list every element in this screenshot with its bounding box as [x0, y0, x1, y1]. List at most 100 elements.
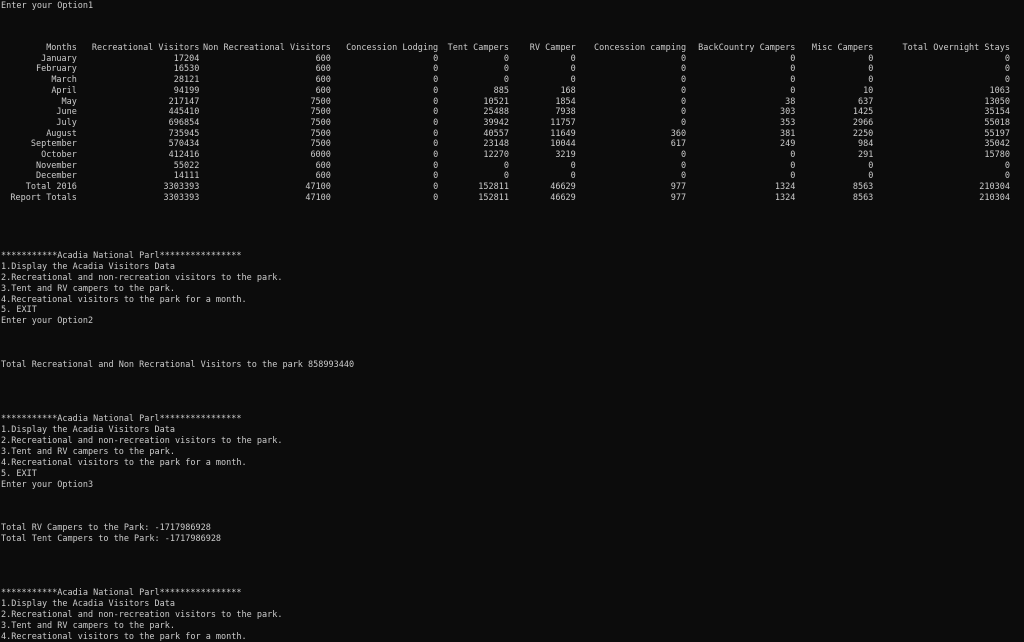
menu-item-4: 4.Recreational visitors to the park for …	[1, 458, 247, 468]
table-cell: 0	[433, 53, 439, 64]
table-cell: 0	[570, 64, 576, 75]
table-cell: 0	[868, 171, 874, 182]
result-tent-campers: Total Tent Campers to the Park: -1717986…	[1, 534, 222, 544]
visitors-table: Months Recreational Visitors Non Recreat…	[0, 43, 1010, 204]
table-cell: 1854	[555, 96, 576, 107]
col-concession-camping: Concession camping	[593, 43, 687, 53]
table-cell: June	[56, 107, 77, 118]
table-cell: 0	[433, 192, 439, 203]
table-cell: 0	[433, 160, 439, 171]
table-cell: 7500	[310, 117, 331, 128]
menu-item-1: 1.Display the Acadia Visitors Data	[1, 262, 175, 272]
table-cell: 0	[868, 64, 874, 75]
table-cell: 0	[503, 64, 510, 75]
table-cell: 0	[680, 117, 687, 128]
table-cell: 0	[503, 75, 510, 86]
table-cell: 46629	[550, 192, 576, 203]
table-cell: 16530	[173, 64, 200, 75]
table-cell: January	[41, 53, 77, 64]
table-cell: 1324	[774, 192, 796, 203]
table-cell: 600	[315, 53, 331, 64]
col-months: Months	[46, 43, 77, 53]
table-cell: 0	[680, 160, 687, 171]
menu-item-4: 4.Recreational visitors to the park for …	[1, 295, 247, 305]
table-row: May 217147 7500 0 10521 1854 0 38 637 13050	[0, 97, 1010, 108]
table-cell: 570434	[168, 139, 200, 150]
menu-item-5: 5. EXIT	[1, 469, 37, 479]
console-window[interactable]: { "prompt_option1": "Enter your Option1"…	[0, 0, 1024, 642]
table-cell: 1063	[989, 85, 1010, 96]
col-misc-campers: Misc Campers	[811, 43, 874, 53]
col-non-recreational-visitors: Non Recreational Visitors	[202, 43, 331, 53]
prompt-option-3: Enter your Option3	[1, 480, 94, 490]
menu-item-2: 2.Recreational and non-recreation visito…	[1, 610, 283, 620]
menu-item-3: 3.Tent and RV campers to the park.	[1, 284, 175, 294]
table-row: April 94199 600 0 885 168 0 0 10 1063	[0, 86, 1010, 97]
table-row: December 14111 600 0 0 0 0 0 0 0	[0, 171, 1010, 182]
table-cell: 0	[570, 171, 576, 182]
table-cell: 600	[315, 160, 331, 171]
table-cell: 600	[315, 85, 331, 96]
table-cell: 0	[433, 107, 439, 118]
table-cell: 0	[1004, 171, 1010, 182]
table-cell: 0	[433, 150, 439, 161]
table-cell: 1324	[774, 182, 796, 193]
table-header: Months Recreational Visitors Non Recreat…	[0, 43, 1010, 54]
table-cell: 0	[433, 96, 439, 107]
table-row: February 16530 600 0 0 0 0 0 0 0	[0, 64, 1010, 75]
table-body: January 17204 600 0 0 0 0 0 0 0 February 16530 600 0 0…	[0, 54, 1010, 204]
table-cell: 7500	[310, 96, 331, 107]
table-cell: 445410	[168, 107, 200, 118]
table-cell: 47100	[305, 182, 331, 193]
table-cell: 0	[570, 75, 576, 86]
table-cell: 249	[780, 139, 796, 150]
menu-title: ***********Acadia National Parl*********…	[1, 414, 242, 424]
table-cell: 600	[315, 75, 331, 86]
table-cell: 353	[780, 117, 796, 128]
table-cell: 735945	[168, 128, 200, 139]
table-cell: 6000	[310, 150, 331, 161]
table-cell: 15780	[984, 150, 1010, 161]
table-cell: 0	[503, 171, 510, 182]
table-cell: 10044	[550, 139, 576, 150]
table-row: March 28121 600 0 0 0 0 0 0 0	[0, 75, 1010, 86]
table-cell: 303	[780, 107, 796, 118]
table-cell: 0	[1004, 160, 1010, 171]
table-cell: 0	[433, 75, 439, 86]
table-cell: Total 2016	[25, 182, 77, 193]
table-cell: August	[46, 128, 77, 139]
table-cell: 10521	[483, 96, 510, 107]
table-cell: February	[35, 64, 77, 75]
table-cell: 0	[790, 64, 796, 75]
table-cell: October	[41, 150, 77, 161]
table-cell: 8563	[852, 182, 874, 193]
table-cell: 0	[680, 171, 687, 182]
table-cell: 55197	[984, 128, 1010, 139]
table-cell: 0	[680, 150, 687, 161]
table-cell: 0	[868, 53, 874, 64]
prompt-option-1: Enter your Option1	[1, 1, 94, 11]
table-cell: 2966	[852, 117, 874, 128]
table-cell: 168	[560, 85, 576, 96]
table-cell: 360	[670, 128, 687, 139]
table-cell: 1425	[852, 107, 874, 118]
table-cell: 55022	[173, 160, 200, 171]
table-cell: 0	[570, 53, 576, 64]
table-cell: 2250	[852, 128, 874, 139]
table-cell: 14111	[173, 171, 200, 182]
table-cell: 977	[670, 182, 687, 193]
table-cell: 3219	[555, 150, 576, 161]
table-cell: 0	[868, 160, 874, 171]
col-rv-camper: RV Camper	[529, 43, 576, 53]
table-cell: 17204	[173, 53, 200, 64]
table-cell: December	[35, 171, 77, 182]
table-cell: 55018	[984, 117, 1010, 128]
table-cell: 381	[780, 128, 796, 139]
table-cell: 0	[433, 117, 439, 128]
table-cell: 3303393	[163, 192, 200, 203]
table-cell: September	[30, 139, 77, 150]
table-cell: 637	[857, 96, 874, 107]
table-cell: April	[51, 85, 77, 96]
table-cell: 94199	[173, 85, 200, 96]
table-cell: 39942	[483, 117, 510, 128]
